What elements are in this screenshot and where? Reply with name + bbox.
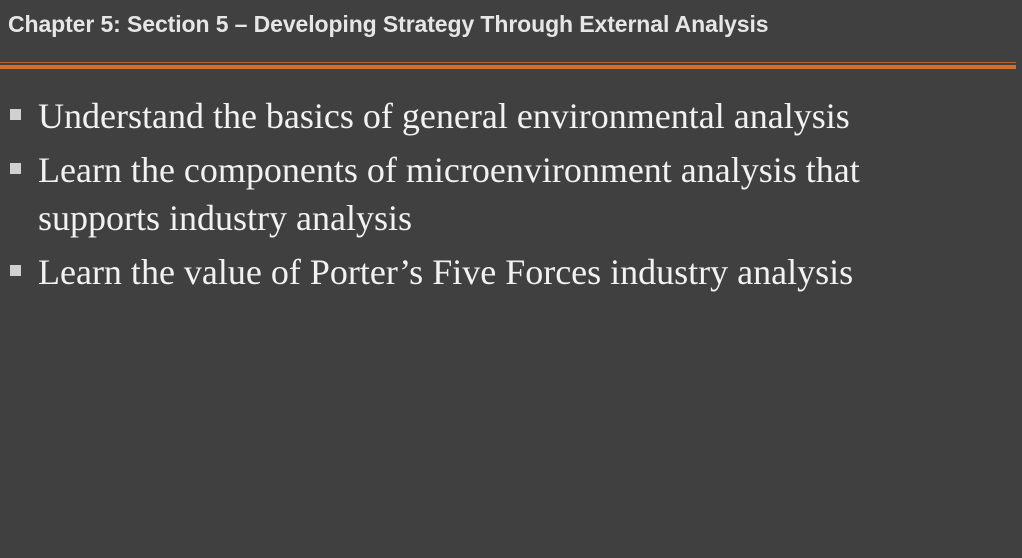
- title-divider-thin: [0, 62, 1016, 63]
- slide: Chapter 5: Section 5 – Developing Strate…: [0, 0, 1022, 558]
- bullet-item: Understand the basics of general environ…: [0, 92, 1022, 140]
- title-divider-thick: [0, 65, 1016, 69]
- bullet-item: Learn the components of microenvironment…: [0, 146, 978, 242]
- square-bullet-icon: [10, 265, 21, 276]
- bullet-text: Learn the value of Porter’s Five Forces …: [38, 252, 854, 292]
- bullet-text: Understand the basics of general environ…: [38, 96, 850, 136]
- bullet-text: Learn the components of microenvironment…: [38, 150, 860, 238]
- bullet-item: Learn the value of Porter’s Five Forces …: [0, 248, 1022, 296]
- slide-title: Chapter 5: Section 5 – Developing Strate…: [8, 11, 769, 37]
- square-bullet-icon: [10, 109, 21, 120]
- square-bullet-icon: [10, 163, 21, 174]
- bullet-list: Understand the basics of general environ…: [0, 92, 1022, 302]
